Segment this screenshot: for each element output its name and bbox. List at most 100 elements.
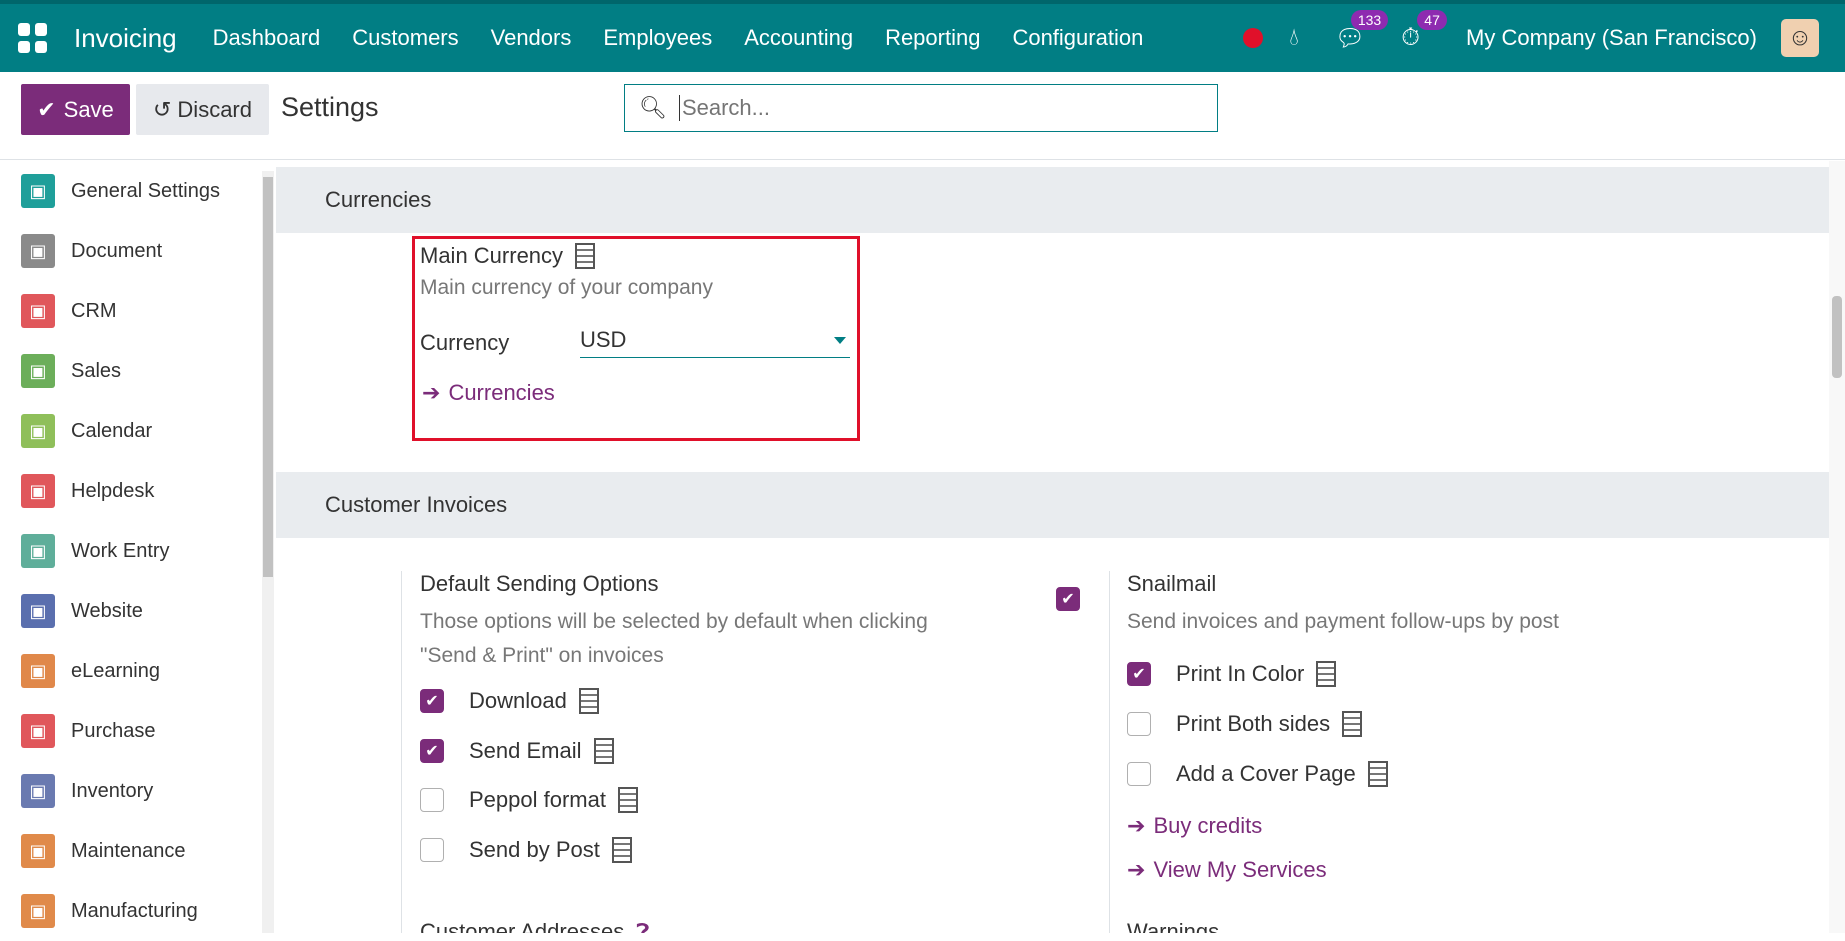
download-checkbox[interactable]: ✔ xyxy=(420,689,444,713)
gear-icon: ▣ xyxy=(21,174,55,208)
main-currency-setting: Main Currency Main currency of your comp… xyxy=(420,243,850,406)
option-print-both-sides: Print Both sides xyxy=(1127,711,1363,737)
sidebar-item-maintenance[interactable]: ▣ Maintenance xyxy=(0,821,262,881)
currency-label: Currency xyxy=(420,329,510,355)
control-panel: ✔ Save ↺ Discard Settings 🔍︎ xyxy=(0,72,1845,160)
sidebar-scrollbar[interactable] xyxy=(262,171,274,933)
app-grid-icon[interactable] xyxy=(18,23,48,53)
sidebar-item-label: Helpdesk xyxy=(71,479,155,502)
buy-credits-label: Buy credits xyxy=(1153,813,1263,838)
sidebar-scroll-thumb[interactable] xyxy=(263,177,273,577)
main-scroll-thumb[interactable] xyxy=(1832,296,1842,378)
right-divider xyxy=(1109,571,1110,933)
chat-icon[interactable]: 💬︎ 133 xyxy=(1335,9,1389,53)
drop-icon[interactable]: 💧︎ xyxy=(1289,24,1299,52)
main-scrollbar[interactable] xyxy=(1829,161,1845,933)
option-peppol: Peppol format xyxy=(420,787,638,813)
company-building-icon xyxy=(575,243,596,269)
globe-icon: ▣ xyxy=(21,594,55,628)
company-building-icon xyxy=(1342,711,1363,737)
sidebar-item-helpdesk[interactable]: ▣ Helpdesk xyxy=(0,461,262,521)
main-currency-title: Main Currency xyxy=(420,243,564,268)
sidebar-item-purchase[interactable]: ▣ Purchase xyxy=(0,701,262,761)
systray: 💧︎ 💬︎ 133 ⏱︎ 47 My Company (San Francisco)… xyxy=(1243,4,1845,72)
default-sending-checkbox[interactable]: ✔ xyxy=(1056,587,1080,611)
main-menu: Dashboard Customers Vendors Employees Ac… xyxy=(197,25,1160,51)
arrow-right-icon: ➔ xyxy=(1127,857,1146,882)
cover-page-label: Add a Cover Page xyxy=(1176,761,1356,786)
save-label: Save xyxy=(63,96,114,122)
currency-select[interactable]: USD xyxy=(580,327,850,358)
sidebar-item-label: Inventory xyxy=(71,779,154,802)
print-color-checkbox[interactable]: ✔ xyxy=(1127,662,1151,686)
sidebar-item-crm[interactable]: ▣ CRM xyxy=(0,281,262,341)
send-by-post-label: Send by Post xyxy=(469,837,600,862)
check-icon: ✔ xyxy=(37,96,56,122)
helpdesk-icon: ▣ xyxy=(21,474,55,508)
send-by-post-checkbox[interactable] xyxy=(420,838,444,862)
default-sending-title: Default Sending Options xyxy=(420,571,659,596)
sidebar-item-label: Website xyxy=(71,599,143,622)
sidebar-item-general-settings[interactable]: ▣ General Settings xyxy=(0,161,262,221)
menu-configuration[interactable]: Configuration xyxy=(996,25,1159,51)
sidebar-item-sales[interactable]: ▣ Sales xyxy=(0,341,262,401)
sidebar-item-label: Manufacturing xyxy=(71,899,198,922)
sidebar-item-label: Sales xyxy=(71,359,122,382)
sidebar-item-calendar[interactable]: ▣ Calendar xyxy=(0,401,262,461)
arrow-right-icon: ➔ xyxy=(422,380,441,405)
company-switcher[interactable]: My Company (San Francisco) xyxy=(1466,25,1757,51)
discard-button[interactable]: ↺ Discard xyxy=(136,84,269,135)
document-icon: ▣ xyxy=(21,234,55,268)
chart-icon: ▣ xyxy=(21,354,55,388)
sidebar-item-document[interactable]: ▣ Document xyxy=(0,221,262,281)
menu-employees[interactable]: Employees xyxy=(587,25,728,51)
company-building-icon xyxy=(578,688,599,714)
section-currencies: Currencies xyxy=(276,167,1829,233)
menu-vendors[interactable]: Vendors xyxy=(475,25,588,51)
box-icon: ▣ xyxy=(21,774,55,808)
sidebar-item-work-entry[interactable]: ▣ Work Entry xyxy=(0,521,262,581)
arrow-right-icon: ➔ xyxy=(1127,813,1146,838)
help-icon[interactable]: ❓︎ xyxy=(636,919,649,933)
company-building-icon xyxy=(1367,761,1388,787)
clock-icon[interactable]: ⏱︎ 47 xyxy=(1401,10,1447,52)
sidebar-item-label: General Settings xyxy=(71,179,220,202)
snailmail-setting: Snailmail Send invoices and payment foll… xyxy=(1127,571,1727,639)
save-button[interactable]: ✔ Save xyxy=(21,84,130,135)
sidebar-item-manufacturing[interactable]: ▣ Manufacturing xyxy=(0,881,262,941)
sidebar-item-label: Document xyxy=(71,239,163,262)
user-avatar[interactable]: ☺ xyxy=(1781,19,1819,57)
menu-dashboard[interactable]: Dashboard xyxy=(197,25,337,51)
menu-accounting[interactable]: Accounting xyxy=(728,25,869,51)
peppol-checkbox[interactable] xyxy=(420,788,444,812)
customer-addresses-title: Customer Addresses ❓︎ xyxy=(420,919,649,933)
left-divider xyxy=(401,571,402,933)
search-input[interactable] xyxy=(678,95,1179,121)
cover-page-checkbox[interactable] xyxy=(1127,762,1151,786)
download-label: Download xyxy=(469,688,567,713)
sidebar-item-label: Maintenance xyxy=(71,839,186,862)
sidebar-item-elearning[interactable]: ▣ eLearning xyxy=(0,641,262,701)
currencies-link-label: Currencies xyxy=(448,380,555,405)
currencies-link[interactable]: ➔ Currencies xyxy=(422,380,850,406)
sidebar-item-website[interactable]: ▣ Website xyxy=(0,581,262,641)
page-title: Settings xyxy=(281,92,379,122)
sidebar-item-inventory[interactable]: ▣ Inventory xyxy=(0,761,262,821)
view-services-link[interactable]: ➔ View My Services xyxy=(1127,857,1327,883)
discard-label: Discard xyxy=(177,96,252,122)
send-email-checkbox[interactable]: ✔ xyxy=(420,739,444,763)
company-building-icon xyxy=(593,738,614,764)
option-cover-page: Add a Cover Page xyxy=(1127,761,1388,787)
record-dot-icon[interactable] xyxy=(1243,28,1264,48)
print-both-sides-checkbox[interactable] xyxy=(1127,712,1151,736)
handshake-icon: ▣ xyxy=(21,294,55,328)
elearning-icon: ▣ xyxy=(21,654,55,688)
buy-credits-link[interactable]: ➔ Buy credits xyxy=(1127,813,1262,839)
menu-reporting[interactable]: Reporting xyxy=(869,25,996,51)
app-brand[interactable]: Invoicing xyxy=(74,23,177,54)
menu-customers[interactable]: Customers xyxy=(336,25,474,51)
sidebar-item-label: Calendar xyxy=(71,419,153,442)
messages-badge: 133 xyxy=(1350,9,1389,30)
print-both-sides-label: Print Both sides xyxy=(1176,711,1331,736)
sidebar-item-label: CRM xyxy=(71,299,117,322)
